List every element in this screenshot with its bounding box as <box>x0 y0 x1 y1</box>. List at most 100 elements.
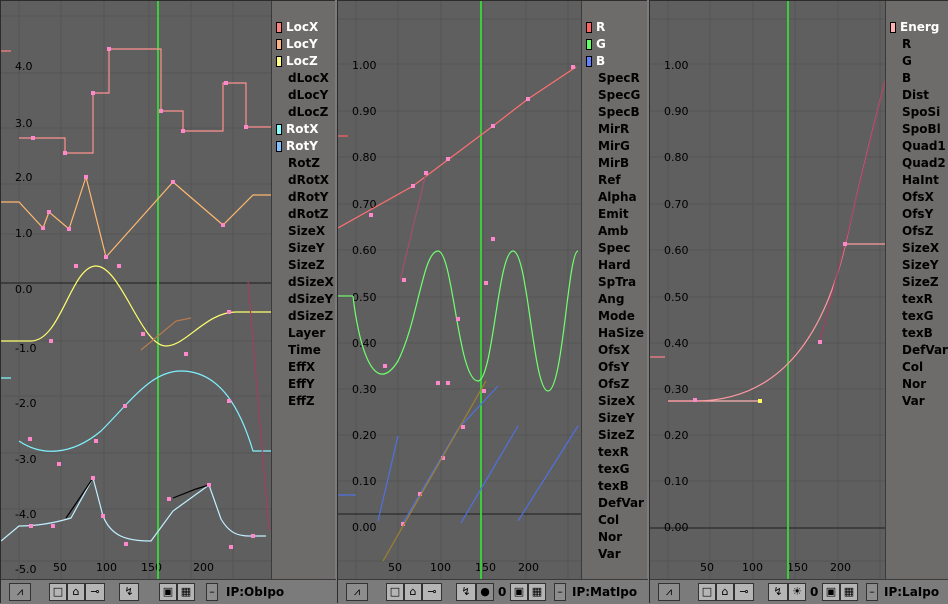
y-tick-label: 0.20 <box>664 429 689 442</box>
channel-color-swatch <box>276 22 282 33</box>
y-tick-label: 0.80 <box>664 151 689 164</box>
y-tick-label: 0.60 <box>664 244 689 257</box>
y-tick-label: 1.0 <box>15 227 33 240</box>
y-tick-label: -4.0 <box>15 508 36 521</box>
key-icon[interactable]: ⊸ <box>734 583 754 601</box>
editor-type-menu-icon[interactable]: ⩘ <box>658 583 680 601</box>
channel-label: SizeZ <box>902 275 939 289</box>
y-tick-label: 0.40 <box>664 337 689 350</box>
channel-label: R <box>902 37 912 51</box>
record-icon[interactable]: ▦ <box>177 583 195 601</box>
ipo-header-object: ⩘ □ ⌂ ⊸ ↯ ▣ ▦ – IP:ObIpo <box>1 579 336 604</box>
y-tick-label: 0.40 <box>352 337 377 350</box>
link-icon[interactable]: ↯ <box>768 583 788 601</box>
channel-label: G <box>902 54 912 68</box>
channel-label: B <box>902 71 912 85</box>
channel-label: LocY <box>286 37 318 51</box>
locx-keyframe <box>107 47 111 51</box>
y-tick-label: -5.0 <box>15 563 36 576</box>
editor-type-menu-icon[interactable]: ⩘ <box>346 583 368 601</box>
rotx-keyframe <box>227 399 231 403</box>
channel-color-swatch <box>586 22 592 33</box>
roty-keyframe <box>91 476 95 480</box>
channel-label: DefVar <box>902 343 948 357</box>
channel-label: SizeZ <box>598 428 635 442</box>
lamp-icon[interactable]: ☀ <box>788 583 806 601</box>
ipo-type-label[interactable]: IP:LaIpo <box>884 583 939 601</box>
ipo-graph-object[interactable]: 4.0 3.0 2.0 1.0 0.0 -1.0 -2.0 -3.0 -4.0 -5.0 50 100… <box>1 1 271 579</box>
link-icon[interactable]: ↯ <box>119 583 139 601</box>
ipo-type-label[interactable]: IP:ObIpo <box>226 583 284 601</box>
channel-label: dRotZ <box>288 207 329 221</box>
channel-label: OfsZ <box>598 377 630 391</box>
g-keyframe <box>491 237 495 241</box>
view-all-icon[interactable]: □ <box>49 583 67 601</box>
channel-label: OfsX <box>902 190 934 204</box>
browse-menu-button[interactable]: – <box>554 583 566 601</box>
y-tick-label: 0.10 <box>664 475 689 488</box>
roty-keyframe <box>101 514 105 518</box>
locx-keyframe <box>159 109 163 113</box>
editor-type-menu-icon[interactable]: ⩘ <box>9 583 31 601</box>
x-tick-label: 100 <box>96 561 117 574</box>
locz-keyframe <box>184 352 188 356</box>
snap-icon[interactable]: ▣ <box>822 583 840 601</box>
channel-color-swatch <box>276 141 282 152</box>
view-all-icon[interactable]: □ <box>698 583 716 601</box>
y-tick-label: 0.70 <box>664 198 689 211</box>
record-icon[interactable]: ▦ <box>528 583 546 601</box>
locx-keyframe <box>31 136 35 140</box>
key-icon[interactable]: ⊸ <box>85 583 105 601</box>
y-tick-label: -3.0 <box>15 453 36 466</box>
energ-keyframe <box>818 340 822 344</box>
channel-list-object[interactable]: LocX LocY LocZ dLocX dLocY dLocZ RotX RotY RotZ d… <box>271 1 335 579</box>
ipo-graph-material[interactable]: 1.00 0.90 0.80 0.70 0.60 0.50 0.40 0.30 0.20 0.10… <box>338 1 581 579</box>
ipo-index-number[interactable]: 0 <box>810 583 818 601</box>
channel-list-lamp[interactable]: Energ R G B Dist SpoSi SpoBl Quad1 Quad2 HaInt Ofs… <box>885 1 948 579</box>
snap-icon[interactable]: ▣ <box>159 583 177 601</box>
channel-color-swatch <box>586 39 592 50</box>
y-tick-label: 1.00 <box>664 59 689 72</box>
view-all-icon[interactable]: □ <box>386 583 404 601</box>
channel-label: texR <box>598 445 629 459</box>
r-keyframe <box>424 171 428 175</box>
y-tick-label: 0.00 <box>352 521 377 534</box>
browse-menu-button[interactable]: – <box>206 583 218 601</box>
ipo-curves-lamp[interactable]: 1.00 0.90 0.80 0.70 0.60 0.50 0.40 0.30 0.20 0.10… <box>650 1 885 579</box>
ipo-window-material: 1.00 0.90 0.80 0.70 0.60 0.50 0.40 0.30 0.20 0.10… <box>337 0 648 604</box>
g-keyframe <box>484 281 488 285</box>
home-icon[interactable]: ⌂ <box>67 583 85 601</box>
channel-color-swatch <box>276 56 282 67</box>
key-icon[interactable]: ⊸ <box>422 583 442 601</box>
locy-keyframe <box>171 180 175 184</box>
browse-menu-button[interactable]: – <box>866 583 878 601</box>
ipo-graph-lamp[interactable]: 1.00 0.90 0.80 0.70 0.60 0.50 0.40 0.30 0.20 0.10… <box>650 1 885 579</box>
home-icon[interactable]: ⌂ <box>404 583 422 601</box>
locz-keyframe <box>117 264 121 268</box>
ipo-type-label[interactable]: IP:MatIpo <box>572 583 637 601</box>
locy-keyframe <box>67 227 71 231</box>
roty-keyframe <box>29 524 33 528</box>
x-tick-label: 50 <box>388 561 402 574</box>
ipo-curves-object[interactable]: 4.0 3.0 2.0 1.0 0.0 -1.0 -2.0 -3.0 -4.0 -5.0 50 100… <box>1 1 271 579</box>
roty-keyframe <box>207 483 211 487</box>
ipo-curves-material[interactable]: 1.000.900.800.700.600.500.400.300.200.10… <box>338 1 581 579</box>
record-icon[interactable]: ▦ <box>840 583 858 601</box>
channel-label: dRotX <box>288 173 330 187</box>
ipo-index-number[interactable]: 0 <box>498 583 506 601</box>
energ-keyframe <box>693 398 697 402</box>
home-icon[interactable]: ⌂ <box>716 583 734 601</box>
channel-label: G <box>596 37 606 51</box>
link-icon[interactable]: ↯ <box>456 583 476 601</box>
g-keyframe <box>482 389 486 393</box>
channel-label: LocX <box>286 20 319 34</box>
channel-list-material[interactable]: R G B SpecR SpecG SpecB MirR MirG MirB Ref Alpha Em… <box>581 1 647 579</box>
locy-keyframe <box>47 210 51 214</box>
channel-label: SizeY <box>598 411 635 425</box>
channel-label: Col <box>902 360 924 374</box>
channel-label: Emit <box>598 207 629 221</box>
energ-keyframe <box>843 242 847 246</box>
material-ball-icon[interactable]: ● <box>476 583 494 601</box>
locy-keyframe <box>41 226 45 230</box>
snap-icon[interactable]: ▣ <box>510 583 528 601</box>
